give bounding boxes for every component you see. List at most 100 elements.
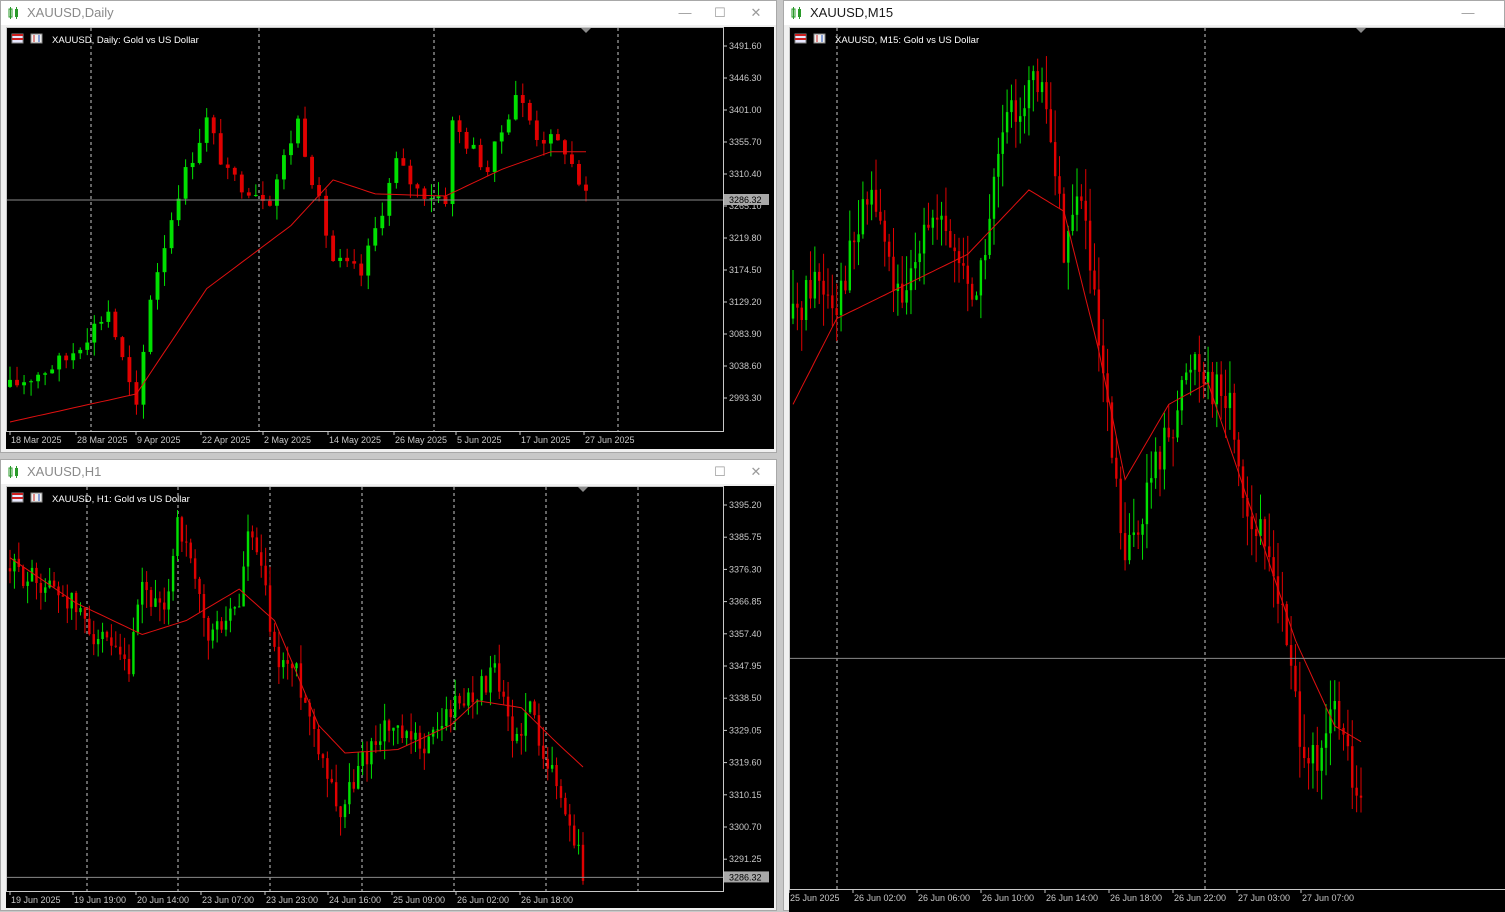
candle <box>489 656 491 705</box>
candle <box>1185 363 1187 384</box>
candle <box>569 804 571 841</box>
candle <box>479 139 483 170</box>
candle <box>353 769 355 792</box>
candle <box>1089 189 1091 294</box>
chart-m15[interactable]: XAUUSD, M15: Gold vs US Dollar25 Jun 202… <box>789 27 1505 912</box>
candle <box>256 527 258 554</box>
window-m15[interactable]: XAUUSD,M15 — XAUUSD, M15: Gold vs US Dol… <box>783 0 1505 911</box>
candle <box>254 184 258 197</box>
close-button[interactable]: ✕ <box>742 3 770 23</box>
titlebar-daily[interactable]: XAUUSD,Daily — ☐ ✕ <box>1 1 776 25</box>
price-tick-label: 3357.40 <box>729 629 762 639</box>
candle <box>423 733 425 770</box>
candle <box>556 129 560 141</box>
candle <box>1342 723 1344 750</box>
chart-type-icon[interactable] <box>814 34 825 43</box>
candle <box>278 632 280 684</box>
titlebar-h1[interactable]: XAUUSD,H1 ☐ ✕ <box>1 460 776 484</box>
candle <box>450 700 452 733</box>
candle <box>31 560 33 582</box>
candle <box>831 275 833 327</box>
candle <box>8 367 12 388</box>
time-tick-label: 26 Jun 14:00 <box>1046 893 1098 903</box>
candle <box>796 283 798 331</box>
candle <box>198 577 200 613</box>
chart-type-icon[interactable] <box>31 493 42 502</box>
candle <box>1067 226 1069 290</box>
candle <box>145 571 147 608</box>
candle <box>984 239 986 279</box>
close-button[interactable]: ✕ <box>742 462 770 482</box>
candle <box>184 159 188 204</box>
candle <box>1307 747 1309 789</box>
time-tick-label: 27 Jun 03:00 <box>1238 893 1290 903</box>
candle <box>849 211 851 293</box>
price-tick-label: 3395.20 <box>729 500 762 510</box>
candle <box>119 634 121 660</box>
candle <box>344 800 346 828</box>
candle <box>1286 601 1288 646</box>
one-click-toggle[interactable] <box>581 28 591 33</box>
chart-canvas[interactable]: XAUUSD, H1: Gold vs US Dollar3395.203385… <box>6 486 774 908</box>
candle <box>149 295 153 354</box>
candle <box>408 160 412 198</box>
candle <box>1251 485 1253 555</box>
one-click-toggle[interactable] <box>578 487 588 492</box>
candle <box>387 178 391 226</box>
candle <box>207 616 209 660</box>
candle <box>463 688 465 707</box>
candle <box>1303 714 1305 768</box>
candle <box>835 284 837 341</box>
chart-h1[interactable]: XAUUSD, H1: Gold vs US Dollar3395.203385… <box>6 486 774 908</box>
chart-canvas[interactable]: XAUUSD, M15: Gold vs US Dollar25 Jun 202… <box>789 27 1505 912</box>
candle <box>66 584 68 623</box>
price-tick-label: 3083.90 <box>729 329 762 339</box>
candle <box>383 704 385 759</box>
candle <box>141 568 143 624</box>
candle <box>577 160 581 186</box>
candle <box>1237 432 1239 486</box>
price-tick-label: 3038.60 <box>729 361 762 371</box>
candle <box>445 697 447 731</box>
candle <box>486 161 490 176</box>
chart-type-icon[interactable] <box>31 34 42 43</box>
candle <box>792 270 794 324</box>
time-tick-label: 25 Jun 2025 <box>790 893 840 903</box>
candle <box>401 148 405 165</box>
maximize-button[interactable]: ☐ <box>706 3 734 23</box>
candle <box>1338 682 1340 740</box>
minimize-button[interactable]: — <box>1454 3 1482 23</box>
candle <box>220 617 222 633</box>
candle <box>70 592 72 619</box>
candle <box>1102 319 1104 402</box>
one-click-toggle[interactable] <box>1356 28 1366 33</box>
candle <box>238 594 240 608</box>
chart-daily[interactable]: XAUUSD, Daily: Gold vs US Dollar3491.603… <box>6 27 774 449</box>
candle <box>345 249 349 267</box>
candle <box>348 763 350 814</box>
chart-canvas[interactable]: XAUUSD, Daily: Gold vs US Dollar3491.603… <box>6 27 774 449</box>
window-h1[interactable]: XAUUSD,H1 ☐ ✕ XAUUSD, H1: Gold vs US Dol… <box>0 459 777 911</box>
candle <box>405 730 407 746</box>
candle <box>57 353 61 382</box>
candle <box>1159 446 1161 496</box>
candlestick-icon <box>790 6 804 20</box>
candle <box>43 372 47 385</box>
candle <box>15 367 19 387</box>
price-tick-label: 3355.70 <box>729 137 762 147</box>
window-daily[interactable]: XAUUSD,Daily — ☐ ✕ XAUUSD, Daily: Gold v… <box>0 0 777 453</box>
candle <box>324 189 328 248</box>
minimize-button[interactable]: — <box>671 3 699 23</box>
candle <box>181 516 183 552</box>
candle <box>458 693 460 709</box>
candle <box>53 572 55 588</box>
candle <box>573 814 575 848</box>
maximize-button[interactable]: ☐ <box>706 462 734 482</box>
candle <box>570 141 574 167</box>
candle <box>514 81 518 121</box>
candle <box>219 119 223 165</box>
titlebar-m15[interactable]: XAUUSD,M15 — <box>784 1 1504 25</box>
candle <box>9 550 11 583</box>
candle <box>401 714 403 743</box>
candle <box>216 611 218 643</box>
